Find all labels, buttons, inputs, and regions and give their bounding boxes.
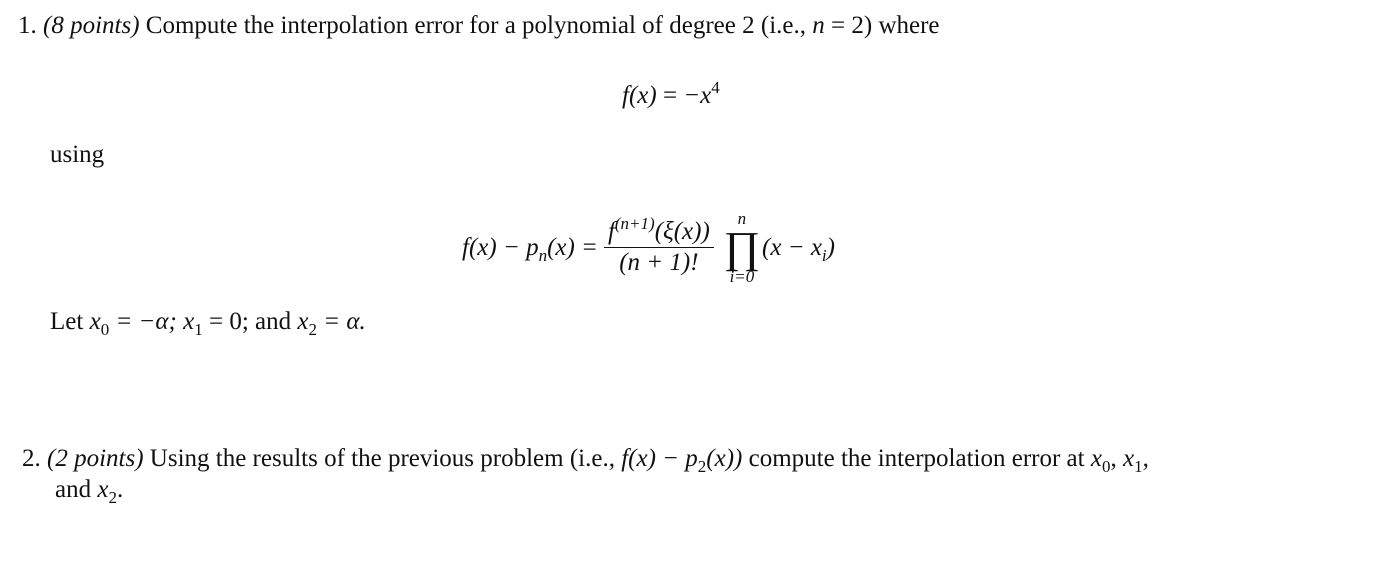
node-x1: x1 [183, 308, 203, 339]
problem-2-x1: x1 [1122, 445, 1143, 476]
equals-sign: = [656, 82, 684, 109]
node-x0-value: = −α; [109, 308, 177, 335]
error-formula: f(x) − pn(x) = f(n+1)(ξ(x)) (n + 1)! n ∏… [462, 205, 835, 290]
n-value: = 2) [824, 12, 873, 39]
using-text: using [50, 141, 105, 168]
problem-2-statement-continued: and x2. [55, 476, 124, 507]
problem-2-x0: x0 [1090, 445, 1111, 476]
function-lhs: f(x) [622, 82, 657, 109]
function-rhs: −x [683, 82, 712, 109]
error-lhs: f(x) − pn(x) = [462, 233, 598, 265]
node-x2: x2 [297, 308, 318, 339]
problem-2-statement: 2. (2 points) Using the results of the p… [22, 445, 1149, 476]
problem-1-where: where [878, 12, 940, 39]
product-factor: (x − xi) [762, 233, 835, 265]
let-word: Let [50, 308, 84, 335]
problem-1-number: 1. [18, 12, 37, 39]
product-symbol-icon: ∏ [723, 222, 761, 272]
product-lower-limit: i=0 [729, 266, 755, 286]
fraction-numerator: f(n+1)(ξ(x)) [607, 213, 710, 245]
problem-2-number: 2. [22, 445, 41, 472]
problem-2-period: . [116, 476, 124, 503]
n-variable: n [812, 12, 825, 39]
problem-2-text-after: compute the interpolation error at [748, 445, 1085, 472]
problem-1-points: (8 points) [43, 12, 140, 39]
problem-1-text: Compute the interpolation error for a po… [145, 12, 806, 39]
fraction-denominator: (n + 1)! [619, 249, 699, 276]
function-equation: f(x) = −x4 [622, 79, 720, 110]
problem-2-x2: x2 [97, 476, 117, 507]
problem-1-statement: 1. (8 points) Compute the interpolation … [18, 12, 940, 40]
product-operator: n ∏ i=0 [723, 209, 761, 286]
error-fraction: f(n+1)(ξ(x)) (n + 1)! [603, 213, 714, 278]
node-x0: x0 [89, 308, 110, 339]
function-exponent: 4 [711, 77, 720, 97]
node-definitions: Let x0 = −α; x1 = 0; and x2 = α. [50, 308, 366, 339]
problem-2-expression: f(x) − p2(x)) [621, 445, 743, 476]
problem-2-points: (2 points) [47, 445, 144, 472]
node-x1-value: = 0; [202, 308, 249, 335]
and-word: and [255, 308, 292, 335]
node-x2-value: = α. [317, 308, 366, 335]
problem-2-text: Using the results of the previous proble… [149, 445, 615, 472]
problem-2-and: and [55, 476, 92, 503]
